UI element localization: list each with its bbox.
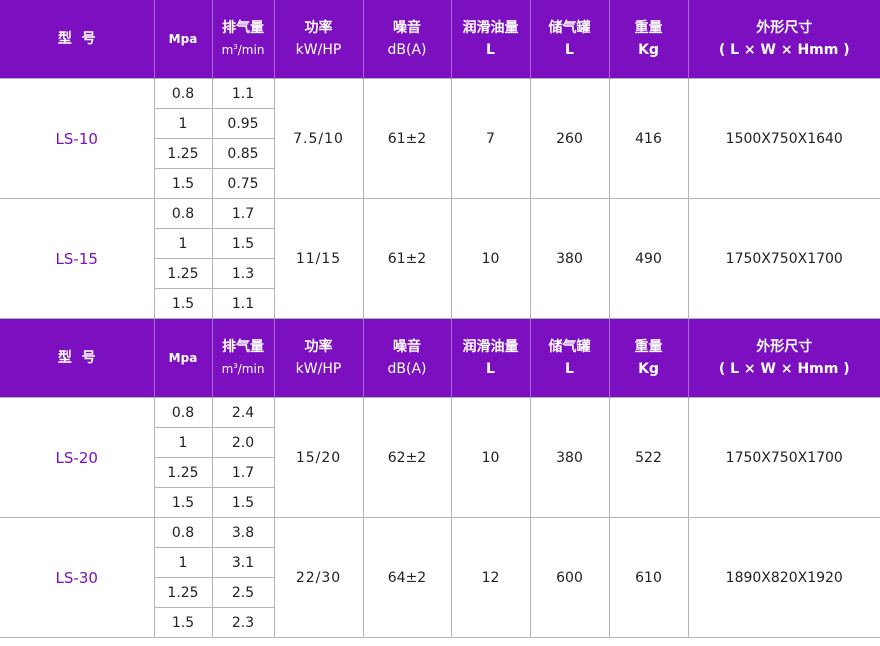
tank-cell: 380 (529, 397, 610, 518)
table-row: LS-15 0.8 1.7 11/15 61±2 10 380 490 1750… (0, 198, 880, 319)
flow-cell: 0.85 (211, 138, 274, 169)
model-name: LS-10 (0, 78, 155, 199)
header-tank: 储气罐 L (529, 318, 610, 398)
spec-table: 型 号 Mpa 排气量 m3/min 功率 kW/HP 噪音 dB(A) 润滑油量 L … (0, 0, 880, 638)
flow-cell: 1.1 (211, 288, 274, 319)
header-weight: 重量 Kg (608, 0, 689, 79)
header-flow: 排气量 m3/min (211, 0, 275, 79)
weight-cell: 610 (608, 517, 689, 638)
pressure-cell: 0.8 (153, 78, 213, 109)
header-power: 功率 kW/HP (273, 0, 364, 79)
pressure-cell: 1.5 (154, 487, 213, 518)
table-header-row: 型 号 Mpa 排气量 m3/min 功率 kW/HP 噪音 dB(A) 润滑油量 L … (0, 0, 880, 79)
header-weight: 重量 Kg (608, 318, 689, 398)
pressure-cell: 1 (154, 427, 213, 458)
flow-cell: 2.5 (211, 577, 274, 608)
pressure-cell: 0.8 (153, 198, 213, 229)
pressure-cell: 1.5 (154, 168, 213, 199)
power-cell: 7.5/10 (273, 78, 364, 199)
model-name: LS-30 (0, 517, 155, 638)
pressure-cell: 1 (154, 108, 213, 139)
flow-cell: 3.1 (211, 547, 274, 578)
model-name: LS-15 (0, 198, 155, 319)
header-mpa: Mpa (153, 318, 213, 398)
flow-cell: 1.5 (211, 228, 274, 259)
flow-cell: 2.0 (211, 427, 274, 458)
table-header-row: 型 号 Mpa 排气量 m3/min 功率 kW/HP 噪音 dB(A) 润滑油量 L … (0, 318, 880, 398)
weight-cell: 522 (608, 397, 689, 518)
pressure-cell: 1.5 (154, 288, 213, 319)
noise-cell: 61±2 (362, 78, 452, 199)
power-cell: 15/20 (273, 397, 364, 518)
pressure-cell: 1.25 (154, 258, 213, 289)
header-mpa: Mpa (153, 0, 213, 79)
pressure-cell: 1 (154, 228, 213, 259)
weight-cell: 490 (608, 198, 689, 319)
flow-cell: 1.3 (211, 258, 274, 289)
tank-cell: 260 (529, 78, 610, 199)
flow-cell: 0.75 (211, 168, 274, 199)
dimensions-cell: 1890X820X1920 (687, 517, 880, 638)
model-name: LS-20 (0, 397, 155, 518)
pressure-cell: 1.25 (154, 457, 213, 488)
pressure-cell: 0.8 (153, 517, 213, 548)
dimensions-cell: 1750X750X1700 (687, 397, 880, 518)
oil-cell: 10 (450, 397, 531, 518)
header-noise: 噪音 dB(A) (362, 318, 452, 398)
pressure-cell: 0.8 (153, 397, 213, 428)
table-row: LS-30 0.8 3.8 22/30 64±2 12 600 610 1890… (0, 517, 880, 638)
pressure-cell: 1.25 (154, 577, 213, 608)
power-cell: 11/15 (273, 198, 364, 319)
flow-cell: 1.7 (211, 198, 275, 229)
header-dimensions: 外形尺寸( L × W × Hmm ) (687, 0, 880, 79)
noise-cell: 64±2 (362, 517, 452, 638)
noise-cell: 62±2 (362, 397, 452, 518)
dimensions-cell: 1750X750X1700 (687, 198, 880, 319)
oil-cell: 7 (450, 78, 531, 199)
header-oil: 润滑油量 L (450, 0, 531, 79)
header-model: 型 号 (0, 318, 155, 398)
flow-cell: 0.95 (211, 108, 274, 139)
tank-cell: 600 (529, 517, 610, 638)
pressure-cell: 1.25 (154, 138, 213, 169)
power-cell: 22/30 (273, 517, 364, 638)
header-tank: 储气罐 L (529, 0, 610, 79)
flow-cell: 2.3 (211, 607, 274, 638)
header-noise: 噪音 dB(A) (362, 0, 452, 79)
tank-cell: 380 (529, 198, 610, 319)
oil-cell: 10 (450, 198, 531, 319)
weight-cell: 416 (608, 78, 689, 199)
header-dimensions: 外形尺寸( L × W × Hmm ) (687, 318, 880, 398)
noise-cell: 61±2 (362, 198, 452, 319)
flow-cell: 3.8 (211, 517, 275, 548)
flow-cell: 2.4 (211, 397, 275, 428)
header-flow: 排气量 m3/min (211, 318, 275, 398)
table-row: LS-20 0.8 2.4 15/20 62±2 10 380 522 1750… (0, 397, 880, 518)
flow-cell: 1.1 (211, 78, 275, 109)
table-row: LS-10 0.8 1.1 7.5/10 61±2 7 260 416 1500… (0, 78, 880, 199)
flow-cell: 1.7 (211, 457, 274, 488)
flow-cell: 1.5 (211, 487, 274, 518)
pressure-cell: 1.5 (154, 607, 213, 638)
header-power: 功率 kW/HP (273, 318, 364, 398)
header-oil: 润滑油量 L (450, 318, 531, 398)
oil-cell: 12 (450, 517, 531, 638)
pressure-cell: 1 (154, 547, 213, 578)
header-model: 型 号 (0, 0, 155, 79)
dimensions-cell: 1500X750X1640 (687, 78, 880, 199)
